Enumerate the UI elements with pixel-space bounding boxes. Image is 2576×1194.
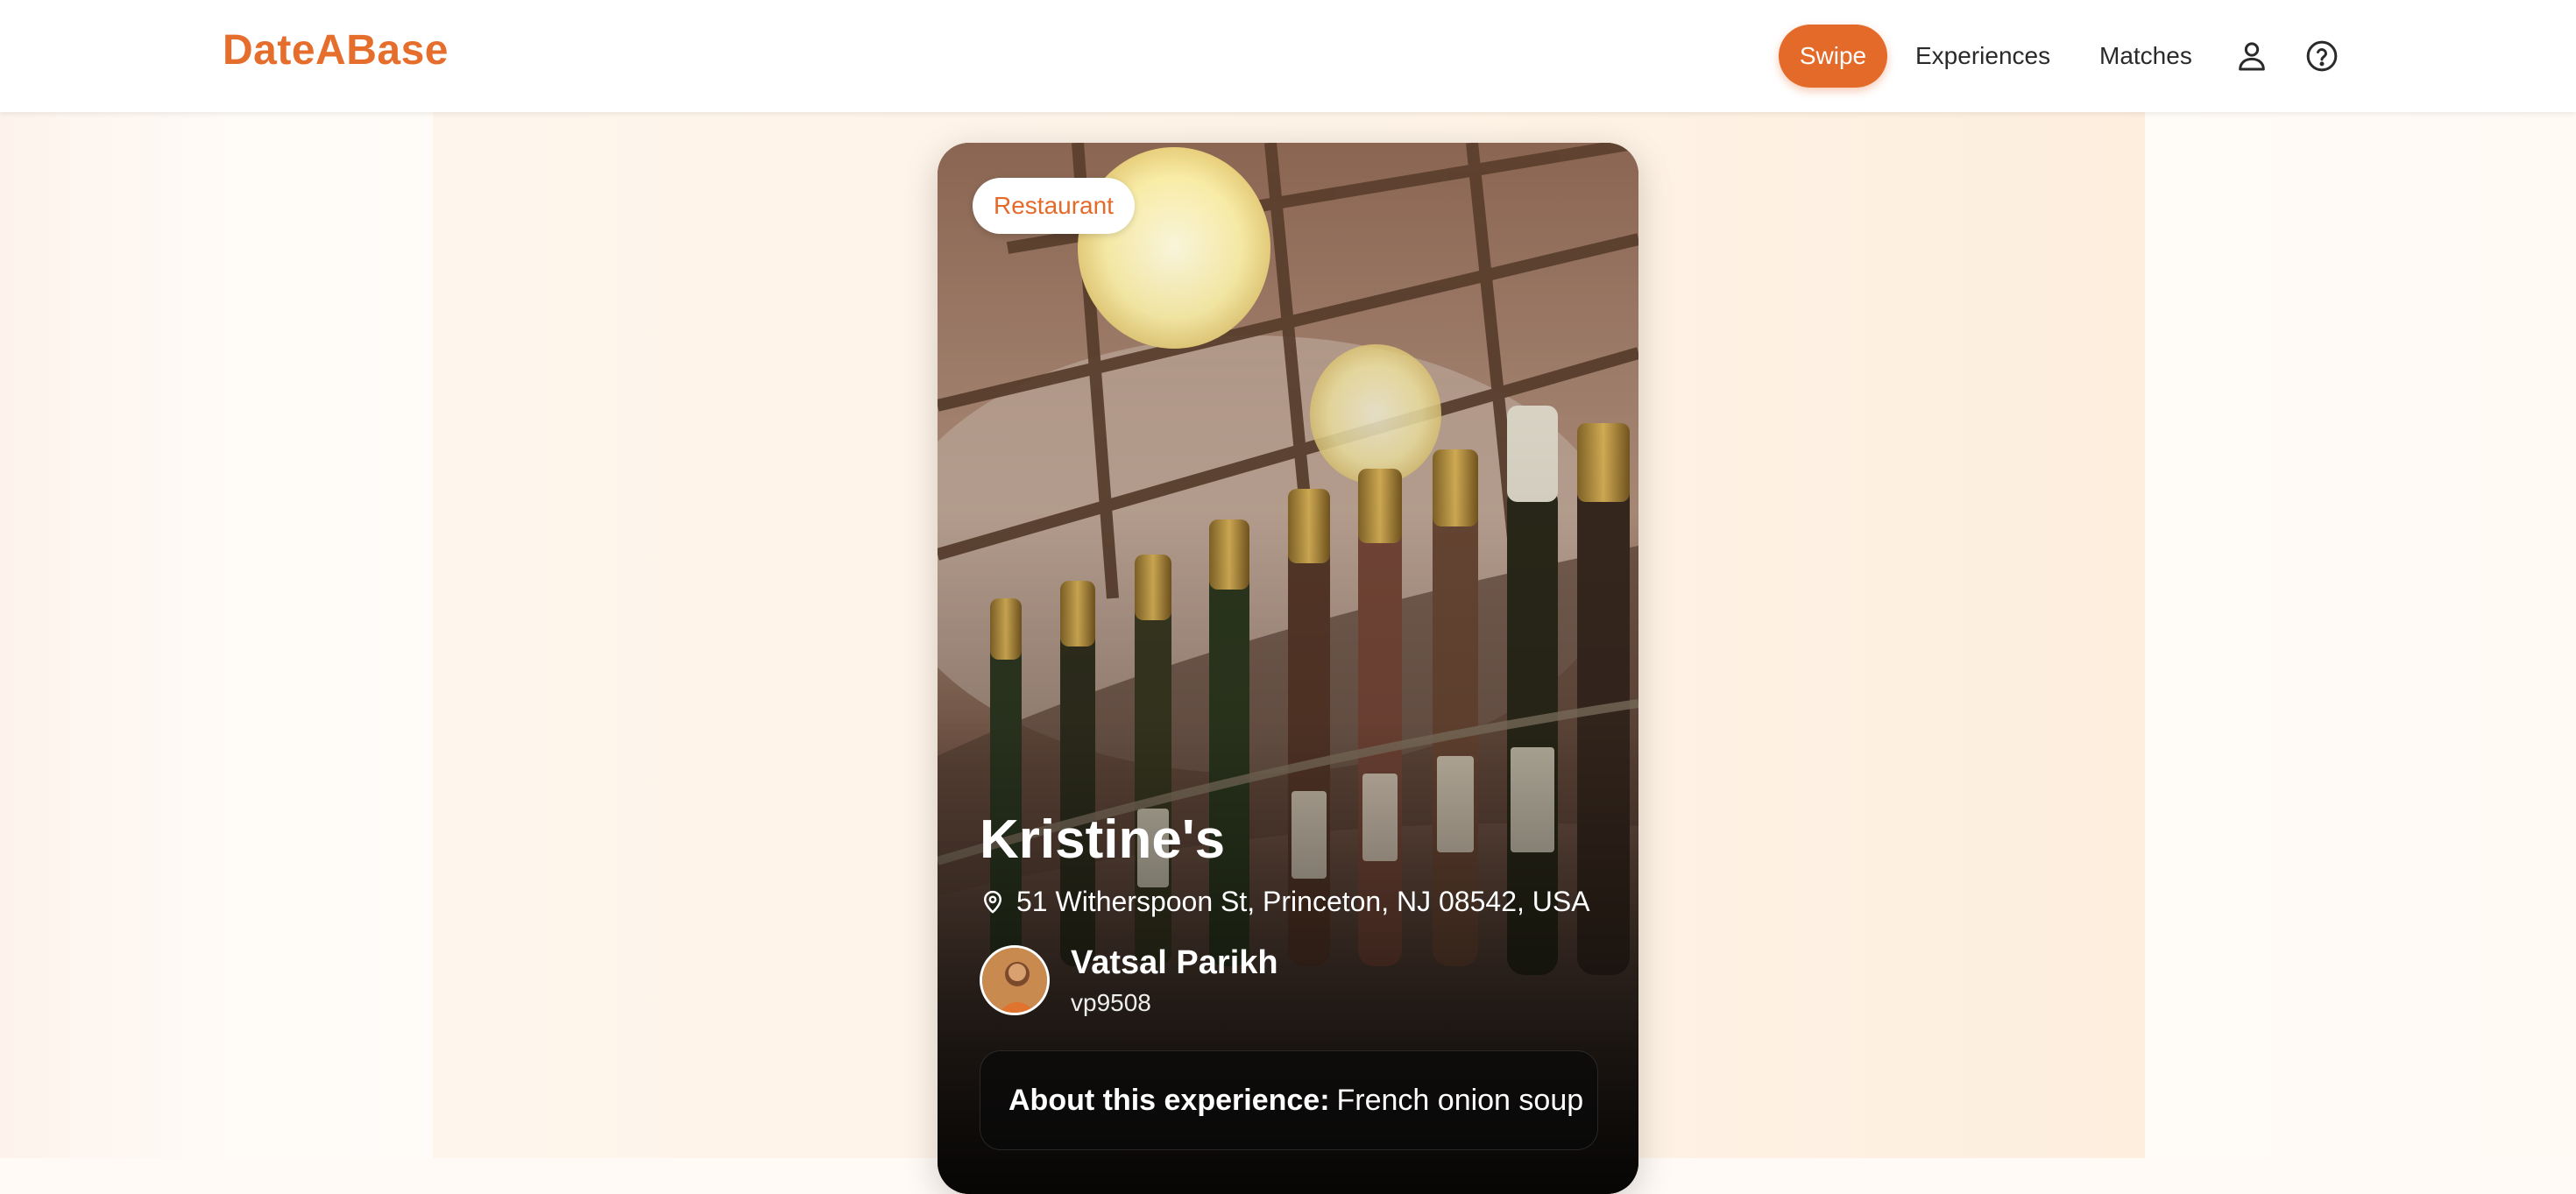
app-logo[interactable]: DateABase: [223, 26, 449, 74]
experience-card[interactable]: Restaurant Kristine's 51 Witherspoon St,…: [938, 143, 1638, 1194]
venue-photo: [938, 143, 1638, 1194]
nav-matches-link[interactable]: Matches: [2099, 25, 2192, 88]
venue-address: 51 Witherspoon St, Princeton, NJ 08542, …: [1016, 886, 1590, 917]
address-row: 51 Witherspoon St, Princeton, NJ 08542, …: [980, 886, 1590, 918]
user-icon[interactable]: [2234, 39, 2269, 74]
about-experience-box: About this experience: French onion soup: [980, 1050, 1598, 1150]
host-name[interactable]: Vatsal Parikh: [1071, 944, 1278, 982]
nav-experiences-link[interactable]: Experiences: [1915, 25, 2050, 88]
host-handle: vp9508: [1071, 989, 1151, 1016]
about-label: About this experience:: [1008, 1083, 1330, 1117]
navbar: DateABase Swipe Experiences Matches: [0, 0, 2576, 112]
help-circle-icon[interactable]: [2304, 39, 2339, 74]
nav-swipe-button[interactable]: Swipe: [1779, 25, 1887, 88]
category-badge: Restaurant: [973, 178, 1135, 234]
about-text: French onion soup: [1336, 1083, 1584, 1117]
host-avatar[interactable]: [980, 945, 1050, 1015]
venue-title: Kristine's: [980, 809, 1226, 870]
location-pin-icon: [984, 890, 1001, 913]
